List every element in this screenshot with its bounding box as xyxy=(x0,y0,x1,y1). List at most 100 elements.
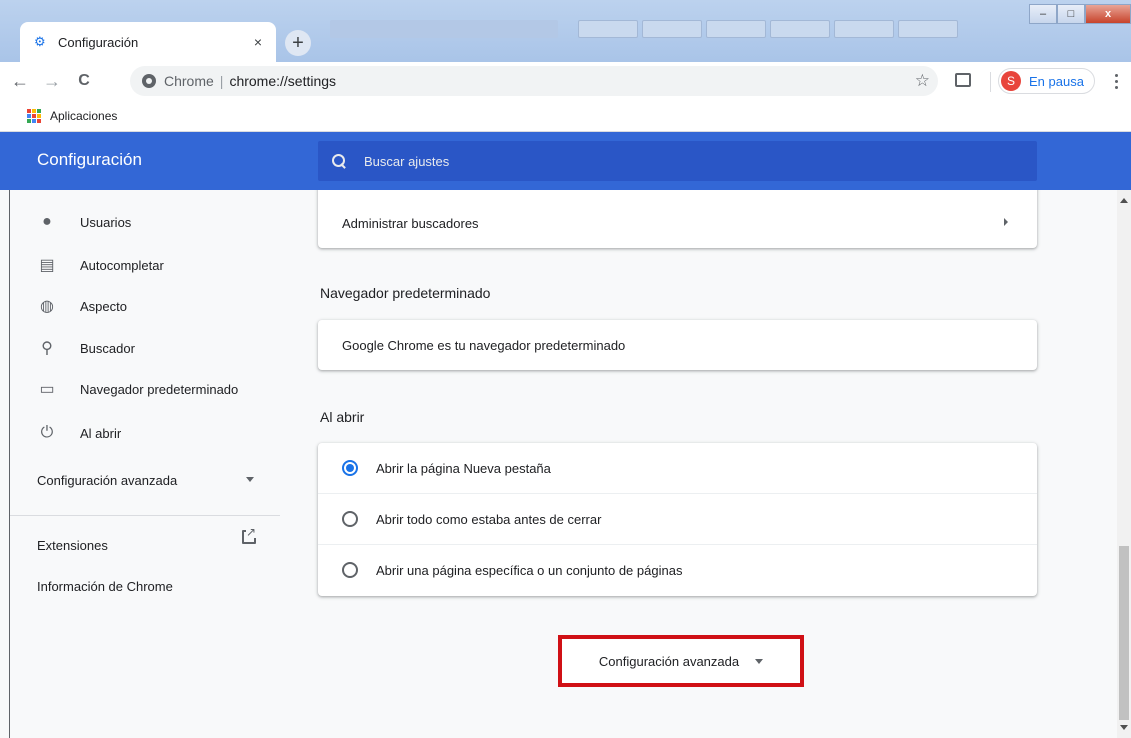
sidebar-item-autocompletar[interactable]: ▤ Autocompletar xyxy=(10,247,280,283)
search-input[interactable] xyxy=(364,153,964,169)
new-tab-button[interactable]: + xyxy=(285,30,311,56)
open-in-new-icon[interactable] xyxy=(242,526,257,544)
sidebar-advanced-toggle[interactable]: Configuración avanzada xyxy=(10,460,280,500)
minimize-button[interactable]: – xyxy=(1029,4,1057,24)
close-window-button[interactable]: x xyxy=(1085,4,1131,24)
page-scrollbar[interactable] xyxy=(1117,190,1131,738)
chrome-icon xyxy=(142,74,156,88)
startup-radio-specific-pages[interactable] xyxy=(342,562,358,578)
forward-button[interactable]: → xyxy=(40,69,64,93)
sidebar-item-label: Autocompletar xyxy=(80,257,164,273)
tab-configuracion[interactable]: ⚙ Configuración × xyxy=(20,22,276,62)
apps-grid-dot xyxy=(37,113,41,118)
settings-content: ● Usuarios ▤ Autocompletar ◍ Aspecto ⚲ B… xyxy=(0,190,1131,738)
apps-grid-dot xyxy=(27,108,31,113)
background-window-button xyxy=(578,20,638,38)
background-window-button xyxy=(706,20,766,38)
sidebar-item-informacion[interactable]: Información de Chrome xyxy=(37,579,173,594)
bookmark-apps[interactable]: Aplicaciones xyxy=(50,109,117,123)
background-window-button xyxy=(834,20,894,38)
settings-sidebar: ● Usuarios ▤ Autocompletar ◍ Aspecto ⚲ B… xyxy=(10,190,280,738)
sidebar-item-label: Aspecto xyxy=(80,298,127,314)
apps-grid-dot xyxy=(32,113,36,118)
clipboard-icon: ▤ xyxy=(39,257,55,274)
section-title-default-browser: Navegador predeterminado xyxy=(320,285,491,301)
chevron-down-icon xyxy=(246,477,254,482)
sidebar-item-aspecto[interactable]: ◍ Aspecto xyxy=(10,288,280,324)
background-window-button xyxy=(898,20,958,38)
bookmark-star-icon[interactable]: ☆ xyxy=(915,71,930,91)
sidebar-divider xyxy=(10,515,280,516)
search-icon: ⚲ xyxy=(41,340,53,357)
chevron-down-icon xyxy=(755,658,764,664)
avatar: S xyxy=(1001,71,1021,91)
sidebar-item-label: Al abrir xyxy=(80,425,122,441)
close-tab-icon[interactable]: × xyxy=(250,34,266,50)
back-button[interactable]: ← xyxy=(8,69,32,93)
section-title-on-startup: Al abrir xyxy=(320,409,365,425)
chevron-right-icon xyxy=(1004,218,1008,226)
search-engine-card: Administrar buscadores xyxy=(318,190,1037,248)
apps-grid-icon[interactable] xyxy=(27,108,41,123)
profile-button[interactable]: S En pausa xyxy=(998,68,1095,94)
startup-radio-continue[interactable] xyxy=(342,511,358,527)
page-title: Configuración xyxy=(37,150,142,169)
apps-grid-dot xyxy=(32,108,36,113)
address-separator: | xyxy=(219,73,224,89)
browser-toolbar: ← → C Chrome | chrome://settings ☆ S En … xyxy=(0,62,1131,100)
option-divider xyxy=(318,493,1037,494)
browser-icon: ▭ xyxy=(39,381,55,398)
option-divider xyxy=(318,544,1037,545)
maximize-button[interactable]: □ xyxy=(1057,4,1085,24)
sidebar-item-label: Navegador predeterminado xyxy=(80,381,239,397)
startup-option-label[interactable]: Abrir una página específica o un conjunt… xyxy=(376,563,682,578)
sidebar-item-usuarios[interactable]: ● Usuarios xyxy=(10,204,280,240)
sidebar-item-al-abrir[interactable]: ⏻ Al abrir xyxy=(10,415,280,451)
bookmarks-bar: Aplicaciones xyxy=(0,100,1131,132)
profile-status: En pausa xyxy=(1029,73,1084,89)
settings-header: Configuración xyxy=(0,132,1131,190)
sidebar-item-extensiones[interactable]: Extensiones xyxy=(37,538,108,553)
more-menu-icon[interactable] xyxy=(1108,70,1124,92)
tab-title: Configuración xyxy=(58,34,139,50)
address-bar[interactable]: Chrome | chrome://settings ☆ xyxy=(130,66,938,96)
window-controls: – □ x xyxy=(1029,4,1131,24)
default-browser-card: Google Chrome es tu navegador predetermi… xyxy=(318,320,1037,370)
sidebar-item-label: Buscador xyxy=(80,340,135,356)
startup-option-label[interactable]: Abrir todo como estaba antes de cerrar xyxy=(376,512,601,527)
advanced-settings-label: Configuración avanzada xyxy=(598,653,740,669)
sidebar-advanced-label: Configuración avanzada xyxy=(37,472,178,488)
apps-grid-dot xyxy=(32,118,36,123)
apps-grid-dot xyxy=(27,113,31,118)
palette-icon: ◍ xyxy=(40,298,54,315)
sidebar-item-navegador-predeterminado[interactable]: ▭ Navegador predeterminado xyxy=(10,371,280,407)
on-startup-card: Abrir la página Nueva pestaña Abrir todo… xyxy=(318,443,1037,596)
apps-grid-dot xyxy=(37,118,41,123)
sidebar-item-buscador[interactable]: ⚲ Buscador xyxy=(10,330,280,366)
person-icon: ● xyxy=(42,213,52,230)
scroll-thumb[interactable] xyxy=(1119,546,1129,720)
cast-icon[interactable] xyxy=(955,73,971,87)
apps-grid-dot xyxy=(27,118,31,123)
scroll-up-arrow[interactable] xyxy=(1120,198,1128,203)
apps-grid-dot xyxy=(37,108,41,113)
scroll-down-arrow[interactable] xyxy=(1120,725,1128,730)
power-icon: ⏻ xyxy=(40,424,54,441)
sidebar-item-label: Usuarios xyxy=(80,214,132,230)
search-icon xyxy=(332,154,346,168)
settings-search[interactable] xyxy=(318,141,1037,181)
address-url: chrome://settings xyxy=(229,73,337,89)
manage-search-engines[interactable]: Administrar buscadores xyxy=(342,216,479,231)
default-browser-status: Google Chrome es tu navegador predetermi… xyxy=(342,338,626,353)
tab-strip: ⚙ Configuración × + – □ x xyxy=(0,0,1131,62)
advanced-settings-button[interactable]: Configuración avanzada xyxy=(558,635,804,687)
address-host: Chrome xyxy=(164,73,214,89)
gear-icon: ⚙ xyxy=(34,34,46,49)
startup-radio-new-tab[interactable] xyxy=(342,460,358,476)
toolbar-divider xyxy=(990,72,991,92)
background-window-toolbar xyxy=(330,20,558,38)
startup-option-label[interactable]: Abrir la página Nueva pestaña xyxy=(376,461,551,476)
background-window-button xyxy=(770,20,830,38)
reload-button[interactable]: C xyxy=(72,69,96,93)
background-window-button xyxy=(642,20,702,38)
